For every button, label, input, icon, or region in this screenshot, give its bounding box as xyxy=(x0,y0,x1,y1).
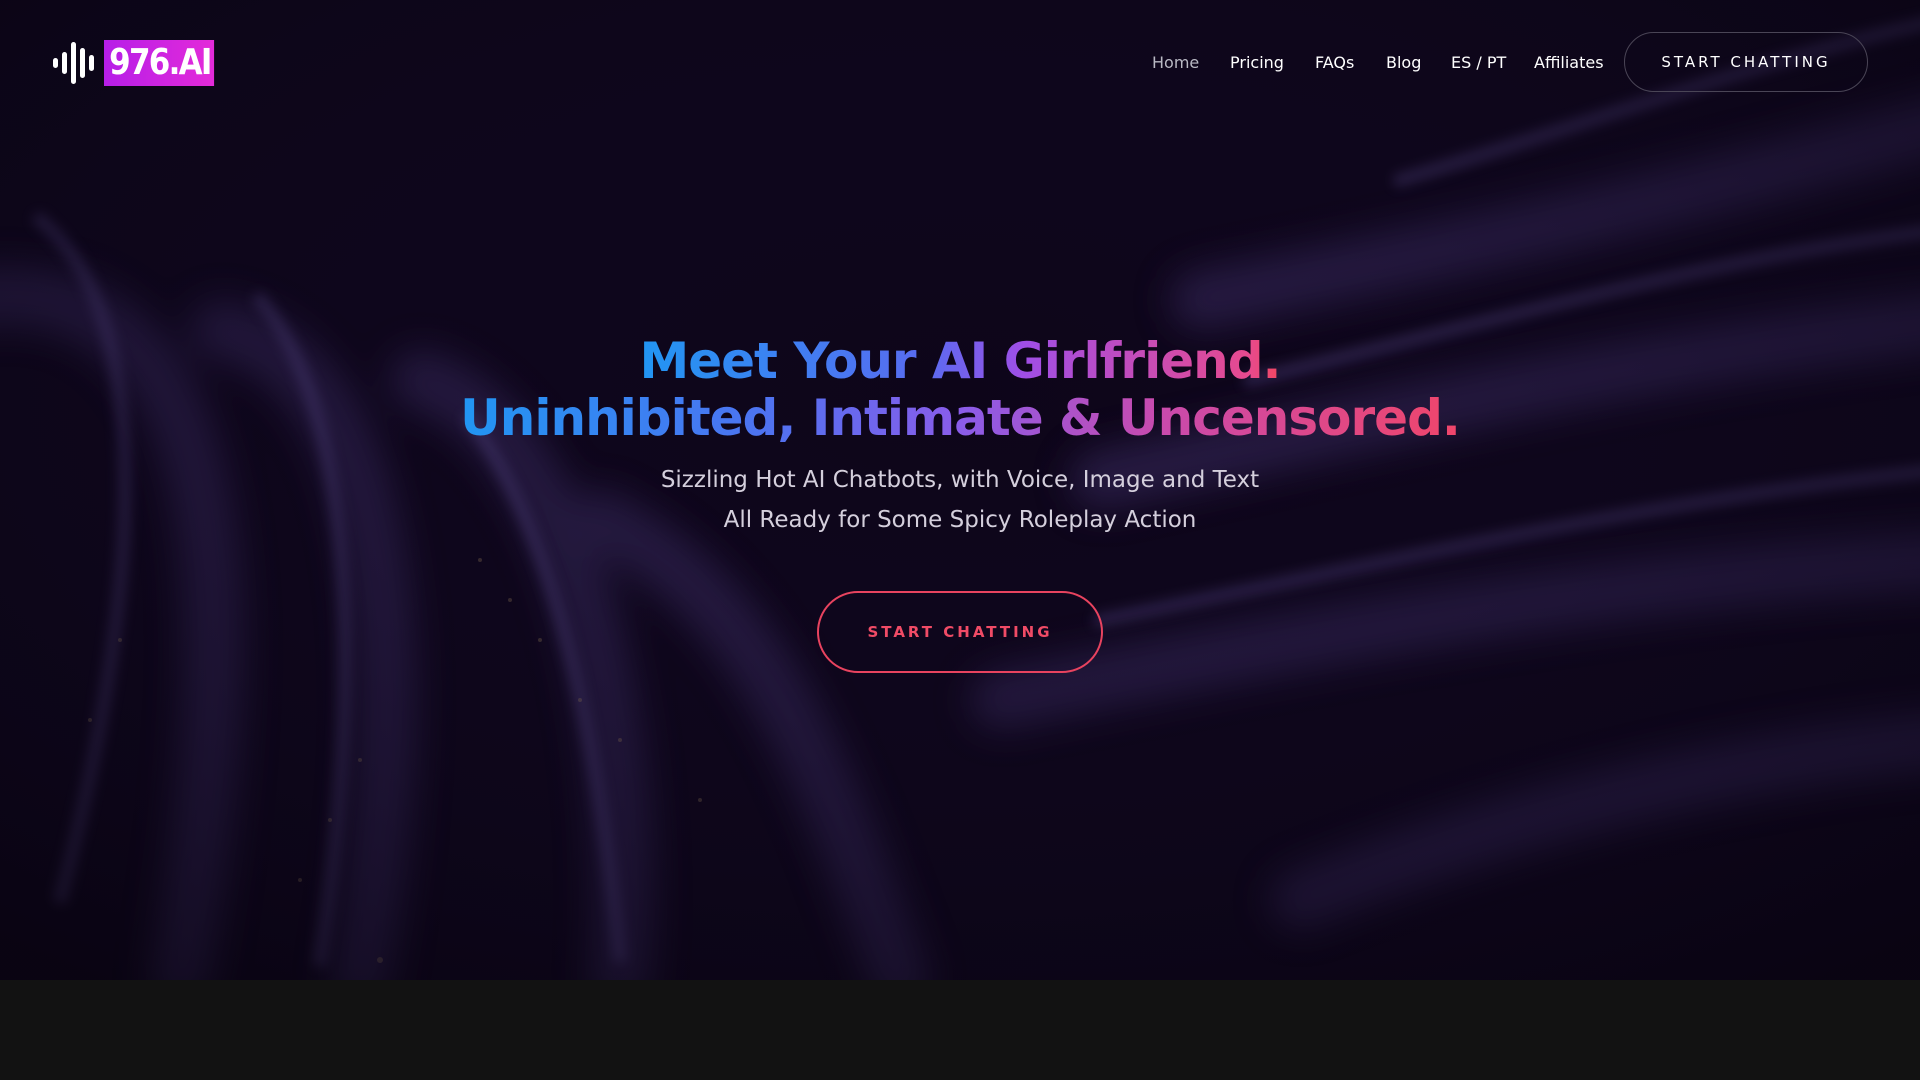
hero-headline-line2: Uninhibited, Intimate & Uncensored. xyxy=(0,388,1920,448)
nav-item-pricing[interactable]: Pricing xyxy=(1230,50,1284,76)
hero-start-chatting-button[interactable]: START CHATTING xyxy=(817,591,1103,673)
nav-item-language[interactable]: ES / PT xyxy=(1451,50,1506,76)
header-start-chatting-button[interactable]: START CHATTING xyxy=(1624,32,1868,92)
headline-line2-text: Uninhibited, Intimate & Uncensored. xyxy=(460,389,1461,447)
nav-item-faqs[interactable]: FAQs xyxy=(1315,50,1354,76)
hero-headline-line1: Meet Your AI Girlfriend. xyxy=(0,331,1920,391)
below-hero-section xyxy=(0,980,1920,1080)
hero-subheadline-line2: All Ready for Some Spicy Roleplay Action xyxy=(723,507,1197,533)
nav-item-blog[interactable]: Blog xyxy=(1386,50,1421,76)
headline-line1-text: Meet Your AI Girlfriend. xyxy=(639,332,1281,390)
hero-subheadline-line1: Sizzling Hot AI Chatbots, with Voice, Im… xyxy=(660,467,1260,493)
hero-section: 976.AI Home Pricing FAQs Blog ES / PT Af… xyxy=(0,0,1920,980)
nav-item-affiliates[interactable]: Affiliates xyxy=(1534,50,1604,76)
nav-item-home[interactable]: Home xyxy=(1152,50,1199,76)
